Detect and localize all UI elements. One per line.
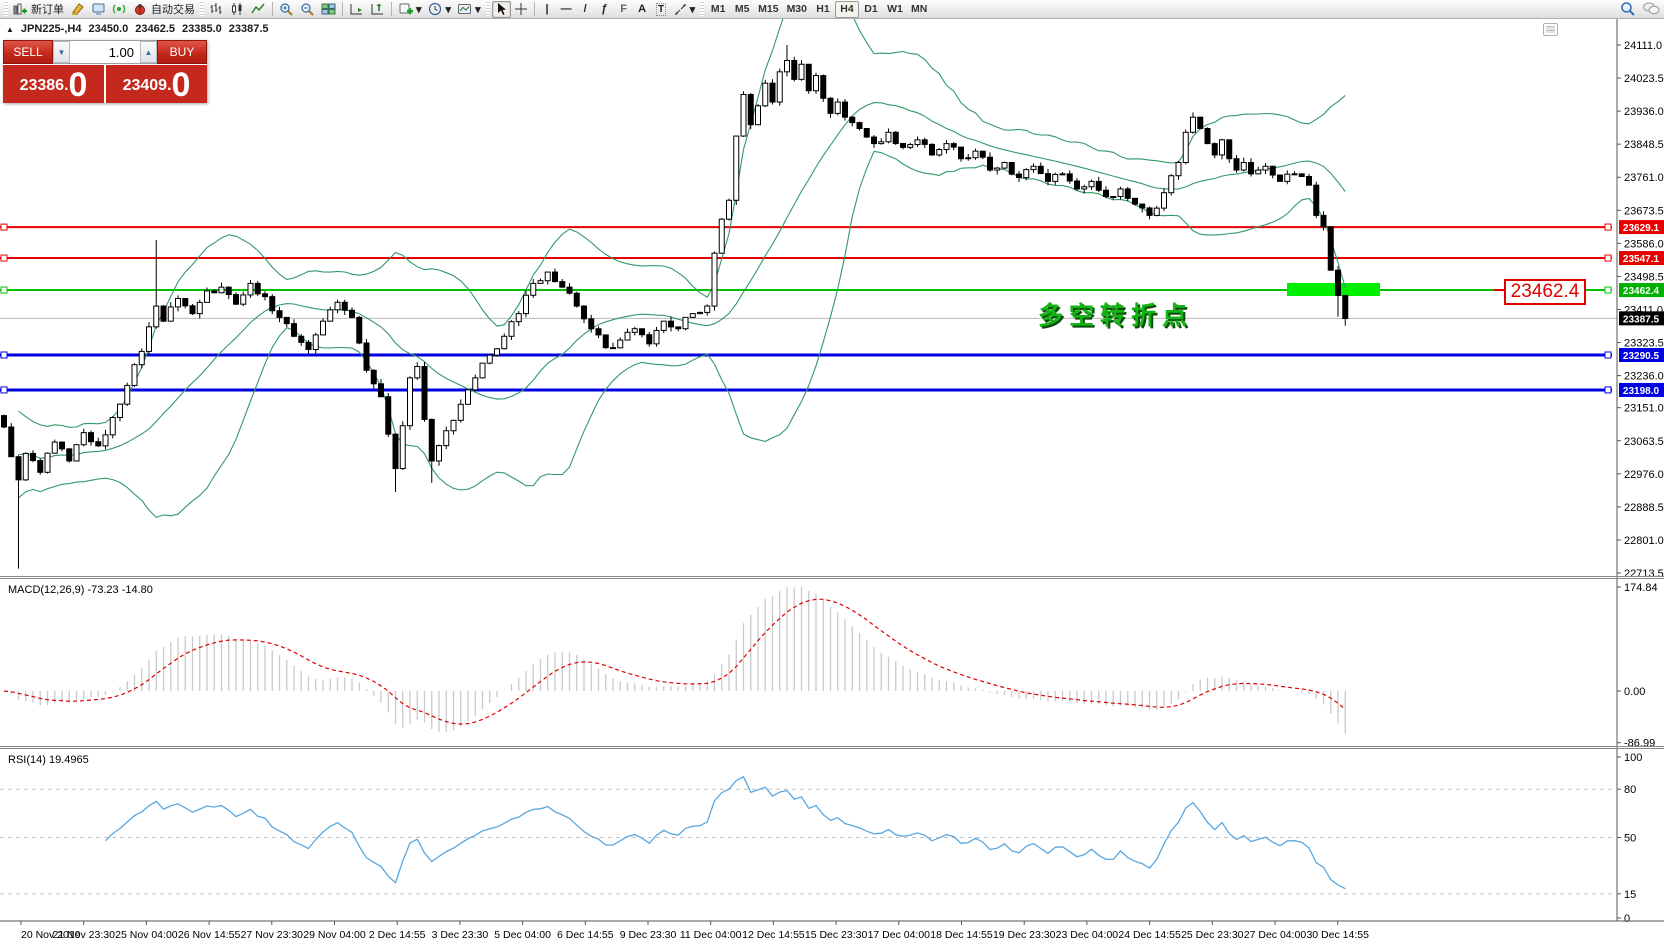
bollinger-middle-band bbox=[19, 103, 1346, 459]
svg-text:23936.0: 23936.0 bbox=[1624, 106, 1664, 118]
svg-text:27 Dec 04:00: 27 Dec 04:00 bbox=[1244, 929, 1307, 941]
axis-badge-23629.1: 23629.1 bbox=[1619, 220, 1664, 234]
svg-text:12 Dec 14:55: 12 Dec 14:55 bbox=[742, 929, 805, 941]
buy-price-display[interactable]: 23409.0 bbox=[106, 65, 207, 103]
rsi-pane bbox=[0, 777, 1617, 894]
svg-text:23290.5: 23290.5 bbox=[1623, 351, 1660, 362]
chart-canvas[interactable]: 24111.0 24023.5 23936.0 23848.5 23761.0 23673… bbox=[0, 0, 1664, 946]
svg-text:23761.0: 23761.0 bbox=[1624, 172, 1664, 184]
one-click-trading-panel: SELL ▼ 1.00 ▲ BUY 23386.0 23409.0 bbox=[3, 40, 207, 103]
svg-text:29 Nov 04:00: 29 Nov 04:00 bbox=[303, 929, 366, 941]
svg-text:23323.5: 23323.5 bbox=[1624, 338, 1664, 350]
volume-stepper: ▼ 1.00 ▲ bbox=[53, 40, 157, 64]
bollinger-upper-band bbox=[19, 0, 1346, 427]
svg-text:23629.1: 23629.1 bbox=[1623, 223, 1660, 234]
level-line-23290.5[interactable] bbox=[0, 352, 1612, 358]
buy-price-pips: 0 bbox=[172, 69, 191, 101]
svg-text:22801.0: 22801.0 bbox=[1624, 535, 1664, 547]
svg-text:17 Dec 04:00: 17 Dec 04:00 bbox=[868, 929, 931, 941]
price-axis[interactable]: 24111.0 24023.5 23936.0 23848.5 23761.0 23673… bbox=[1617, 19, 1664, 925]
svg-text:174.84: 174.84 bbox=[1624, 582, 1658, 594]
svg-text:23387.5: 23387.5 bbox=[1623, 314, 1660, 325]
svg-text:6 Dec 14:55: 6 Dec 14:55 bbox=[557, 929, 614, 941]
axis-badge-23198.0: 23198.0 bbox=[1619, 383, 1664, 397]
svg-text:15: 15 bbox=[1624, 889, 1636, 901]
axis-badge-23547.1: 23547.1 bbox=[1619, 251, 1664, 265]
main-price-pane bbox=[0, 0, 1617, 569]
volume-decrease-button[interactable]: ▼ bbox=[53, 41, 70, 63]
sell-price-main: 23386 bbox=[20, 71, 65, 101]
turning-point-annotation[interactable]: 多空转折点 bbox=[1038, 296, 1193, 332]
svg-text:23236.0: 23236.0 bbox=[1624, 371, 1664, 383]
svg-text:11 Dec 04:00: 11 Dec 04:00 bbox=[680, 929, 742, 941]
ohlc-close: 23387.5 bbox=[229, 23, 269, 35]
macd-pane bbox=[4, 587, 1345, 734]
collapse-triangle-icon[interactable]: ▲ bbox=[6, 25, 14, 34]
svg-text:-86.99: -86.99 bbox=[1624, 738, 1655, 750]
svg-text:23848.5: 23848.5 bbox=[1624, 139, 1664, 151]
svg-text:100: 100 bbox=[1624, 752, 1642, 764]
symbol-info-line: ▲ JPN225-,H4 23450.0 23462.5 23385.0 233… bbox=[6, 23, 269, 35]
svg-text:19 Dec 23:30: 19 Dec 23:30 bbox=[993, 929, 1056, 941]
price-tag-label[interactable]: 23462.4 bbox=[1504, 279, 1586, 305]
ohlc-open: 23450.0 bbox=[88, 23, 128, 35]
svg-text:50: 50 bbox=[1624, 833, 1636, 845]
svg-text:23498.5: 23498.5 bbox=[1624, 271, 1664, 283]
level-line-23629.1[interactable] bbox=[0, 224, 1612, 230]
highlight-rectangle[interactable] bbox=[1287, 283, 1380, 296]
rsi-line bbox=[106, 777, 1346, 889]
svg-text:23063.5: 23063.5 bbox=[1624, 436, 1664, 448]
macd-signal-line bbox=[4, 599, 1345, 724]
svg-text:3 Dec 23:30: 3 Dec 23:30 bbox=[432, 929, 489, 941]
svg-text:23673.5: 23673.5 bbox=[1624, 205, 1664, 217]
svg-text:15 Dec 23:30: 15 Dec 23:30 bbox=[805, 929, 868, 941]
svg-text:23198.0: 23198.0 bbox=[1623, 386, 1660, 397]
svg-text:80: 80 bbox=[1624, 784, 1636, 796]
sell-price-display[interactable]: 23386.0 bbox=[3, 65, 104, 103]
svg-text:9 Dec 23:30: 9 Dec 23:30 bbox=[620, 929, 677, 941]
svg-text:30 Dec 14:55: 30 Dec 14:55 bbox=[1306, 929, 1369, 941]
level-line-23547.1[interactable] bbox=[0, 255, 1612, 261]
svg-text:0: 0 bbox=[1624, 913, 1630, 925]
svg-text:23586.0: 23586.0 bbox=[1624, 238, 1664, 250]
svg-text:2 Dec 14:55: 2 Dec 14:55 bbox=[369, 929, 426, 941]
svg-text:24111.0: 24111.0 bbox=[1624, 40, 1662, 52]
ohlc-low: 23385.0 bbox=[182, 23, 222, 35]
svg-text:26 Nov 14:55: 26 Nov 14:55 bbox=[178, 929, 241, 941]
svg-text:25 Nov 04:00: 25 Nov 04:00 bbox=[115, 929, 178, 941]
svg-text:22888.5: 22888.5 bbox=[1624, 502, 1664, 514]
bollinger-lower-band bbox=[19, 151, 1346, 517]
time-axis[interactable]: 20 Nov 201921 Nov 23:3025 Nov 04:0026 No… bbox=[0, 921, 1664, 941]
svg-text:24023.5: 24023.5 bbox=[1624, 73, 1664, 85]
symbol-name: JPN225-,H4 bbox=[21, 23, 82, 35]
mt4-window: 新订单 自动交易 bbox=[0, 0, 1664, 946]
svg-text:23462.4: 23462.4 bbox=[1623, 286, 1660, 297]
sell-price-pips: 0 bbox=[69, 69, 88, 101]
axis-badge-23462.4: 23462.4 bbox=[1619, 283, 1664, 297]
svg-text:23151.0: 23151.0 bbox=[1624, 403, 1664, 415]
svg-text:0.00: 0.00 bbox=[1624, 686, 1645, 698]
svg-text:18 Dec 14:55: 18 Dec 14:55 bbox=[930, 929, 993, 941]
macd-label: MACD(12,26,9) -73.23 -14.80 bbox=[8, 584, 153, 596]
svg-text:23547.1: 23547.1 bbox=[1623, 254, 1660, 265]
buy-price-main: 23409 bbox=[123, 71, 168, 101]
axis-badge-23290.5: 23290.5 bbox=[1619, 348, 1664, 362]
chart-corner-icon[interactable] bbox=[1543, 23, 1558, 36]
volume-value[interactable]: 1.00 bbox=[70, 41, 140, 63]
svg-text:24 Dec 14:55: 24 Dec 14:55 bbox=[1118, 929, 1181, 941]
svg-text:25 Dec 23:30: 25 Dec 23:30 bbox=[1181, 929, 1244, 941]
svg-text:MACD(12,26,9) -73.23 -14.80: MACD(12,26,9) -73.23 -14.80 bbox=[8, 584, 153, 596]
svg-text:23 Dec 04:00: 23 Dec 04:00 bbox=[1056, 929, 1119, 941]
axis-badge-23387.5: 23387.5 bbox=[1619, 311, 1664, 325]
svg-text:22976.0: 22976.0 bbox=[1624, 469, 1664, 481]
ohlc-high: 23462.5 bbox=[135, 23, 175, 35]
svg-text:21 Nov 23:30: 21 Nov 23:30 bbox=[52, 929, 115, 941]
svg-text:27 Nov 23:30: 27 Nov 23:30 bbox=[241, 929, 304, 941]
sell-button[interactable]: SELL bbox=[3, 40, 53, 64]
svg-text:RSI(14) 19.4965: RSI(14) 19.4965 bbox=[8, 754, 89, 766]
volume-increase-button[interactable]: ▲ bbox=[140, 41, 157, 63]
svg-text:5 Dec 04:00: 5 Dec 04:00 bbox=[494, 929, 551, 941]
buy-button[interactable]: BUY bbox=[157, 40, 207, 64]
